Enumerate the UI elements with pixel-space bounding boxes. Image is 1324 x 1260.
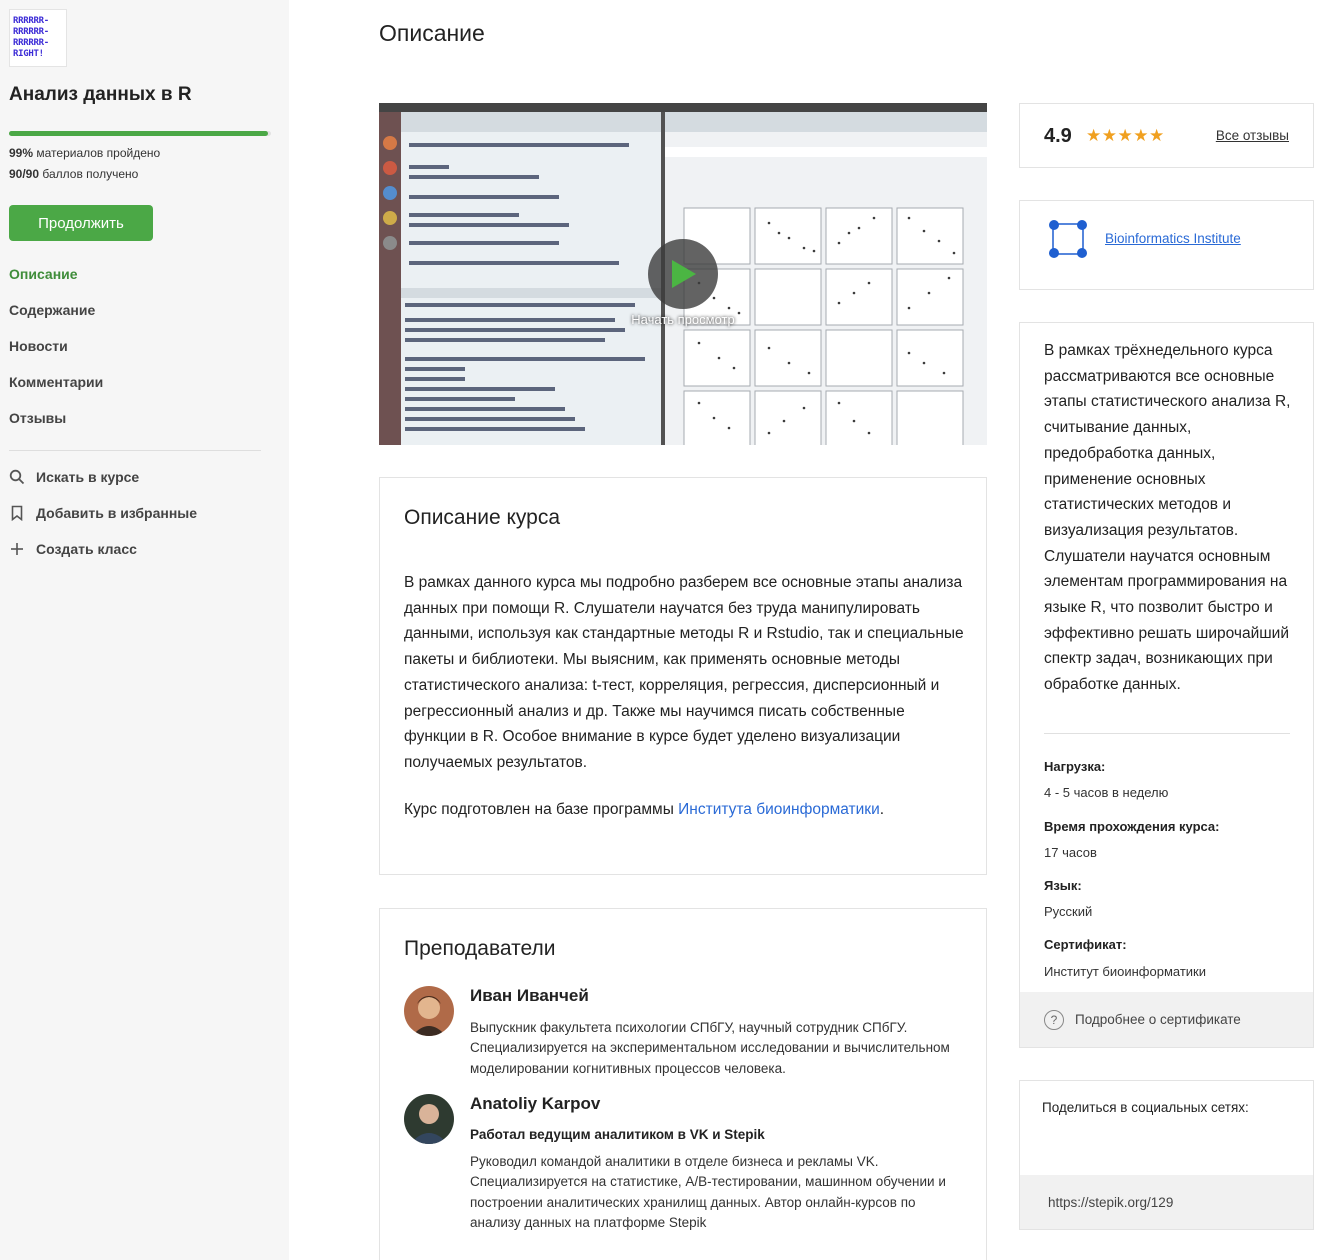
page-title: Описание	[379, 20, 485, 46]
course-summary-text: В рамках трёхнедельного курса рассматрив…	[1044, 342, 1291, 694]
share-url-field[interactable]: https://stepik.org/129	[1020, 1175, 1313, 1229]
instructor-name[interactable]: Иван Иванчей	[470, 986, 589, 1006]
add-to-favorites-label: Добавить в избранные	[36, 505, 198, 521]
instructors-card: Преподаватели Иван Иванчей Выпускник фак…	[379, 908, 987, 1260]
sidebar-item-comments[interactable]: Комментарии	[9, 374, 103, 390]
institute-link[interactable]: Института биоинформатики	[678, 801, 880, 818]
search-in-course-label: Искать в курсе	[36, 469, 140, 485]
course-sidebar: RRRRRR- RRRRRR- RRRRRR- RIGHT! Анализ да…	[0, 0, 289, 1260]
course-info-card: В рамках трёхнедельного курса рассматрив…	[1019, 322, 1314, 1048]
course-description-card: Описание курса В рамках данного курса мы…	[379, 477, 987, 875]
instructors-title: Преподаватели	[404, 937, 556, 960]
instructor-bio: Выпускник факультета психологии СПбГУ, н…	[470, 1020, 950, 1076]
rating-stars-icon: ★★★★★	[1086, 126, 1165, 145]
rating-value: 4.9	[1044, 125, 1072, 147]
points-progress: 90/90 баллов получено	[9, 167, 138, 181]
share-url[interactable]: https://stepik.org/129	[1048, 1195, 1173, 1210]
search-icon	[9, 469, 25, 485]
workload-label: Нагрузка:	[1044, 759, 1106, 774]
instructor-subtitle: Работал ведущим аналитиком в VK и Stepik	[470, 1127, 765, 1142]
course-title[interactable]: Анализ данных в R	[9, 84, 192, 106]
course-promo-video[interactable]: Начать просмотр	[379, 103, 987, 445]
footer-prefix: Курс подготовлен на базе программы	[404, 801, 679, 818]
certificate-value: Институт биоинформатики	[1044, 964, 1206, 979]
logo-text-line: RIGHT!	[13, 49, 44, 59]
sidebar-item-description[interactable]: Описание	[9, 266, 78, 282]
duration-value: 17 часов	[1044, 845, 1097, 860]
create-class-action[interactable]: Создать класс	[9, 541, 137, 557]
instructor-avatar[interactable]	[404, 986, 454, 1036]
share-card: Поделиться в социальных сетях: https://s…	[1019, 1080, 1314, 1230]
rating-card: 4.9 ★★★★★ Все отзывы	[1019, 103, 1314, 168]
sidebar-item-contents[interactable]: Содержание	[9, 302, 95, 318]
materials-percent: 99%	[9, 146, 34, 160]
points-value: 90/90	[9, 167, 40, 181]
materials-label: материалов пройдено	[36, 146, 161, 160]
info-divider	[1044, 733, 1290, 734]
video-play-caption: Начать просмотр	[631, 312, 735, 327]
points-label: баллов получено	[42, 167, 139, 181]
sidebar-divider	[9, 450, 261, 451]
instructor-name[interactable]: Anatoliy Karpov	[470, 1094, 600, 1114]
language-value: Русский	[1044, 904, 1093, 919]
course-description-title: Описание курса	[404, 506, 561, 529]
certificate-details-bar[interactable]: ? Подробнее о сертификате	[1020, 992, 1313, 1047]
workload-value: 4 - 5 часов в неделю	[1044, 785, 1169, 800]
course-description-text: В рамках данного курса мы подробно разбе…	[404, 574, 964, 771]
play-icon	[672, 260, 696, 288]
bookmark-icon	[9, 505, 25, 521]
play-button[interactable]	[648, 239, 718, 309]
materials-progress: 99% материалов пройдено	[9, 146, 160, 160]
course-progress-bar	[9, 131, 271, 136]
sidebar-item-news[interactable]: Новости	[9, 338, 68, 354]
question-mark-icon: ?	[1044, 1009, 1064, 1030]
language-label: Язык:	[1044, 878, 1082, 893]
instructor-avatar[interactable]	[404, 1094, 454, 1144]
logo-text-line: RRRRRR-	[13, 38, 49, 48]
continue-button[interactable]: Продолжить	[9, 205, 153, 241]
footer-suffix: .	[879, 801, 885, 818]
create-class-label: Создать класс	[36, 541, 137, 557]
institute-card: Bioinformatics Institute	[1019, 200, 1314, 290]
certificate-details-link[interactable]: Подробнее о сертификате	[1075, 1012, 1241, 1027]
sidebar-item-reviews[interactable]: Отзывы	[9, 410, 66, 426]
plus-icon	[9, 541, 25, 557]
institute-name-link[interactable]: Bioinformatics Institute	[1105, 231, 1241, 246]
logo-text-line: RRRRRR-	[13, 27, 49, 37]
duration-label: Время прохождения курса:	[1044, 819, 1220, 834]
certificate-label: Сертификат:	[1044, 937, 1127, 952]
logo-text-line: RRRRRR-	[13, 16, 49, 26]
add-to-favorites-action[interactable]: Добавить в избранные	[9, 505, 197, 521]
instructor-bio: Руководил командой аналитики в отделе би…	[470, 1154, 946, 1230]
course-logo[interactable]: RRRRRR- RRRRRR- RRRRRR- RIGHT!	[9, 9, 67, 67]
bioinformatics-institute-logo-icon	[1049, 220, 1087, 258]
course-progress-fill	[9, 131, 269, 136]
search-in-course-action[interactable]: Искать в курсе	[9, 469, 139, 485]
share-label: Поделиться в социальных сетях:	[1042, 1100, 1249, 1115]
course-description-footer: Курс подготовлен на базе программы Инсти…	[404, 801, 884, 819]
all-reviews-link[interactable]: Все отзывы	[1216, 128, 1289, 143]
